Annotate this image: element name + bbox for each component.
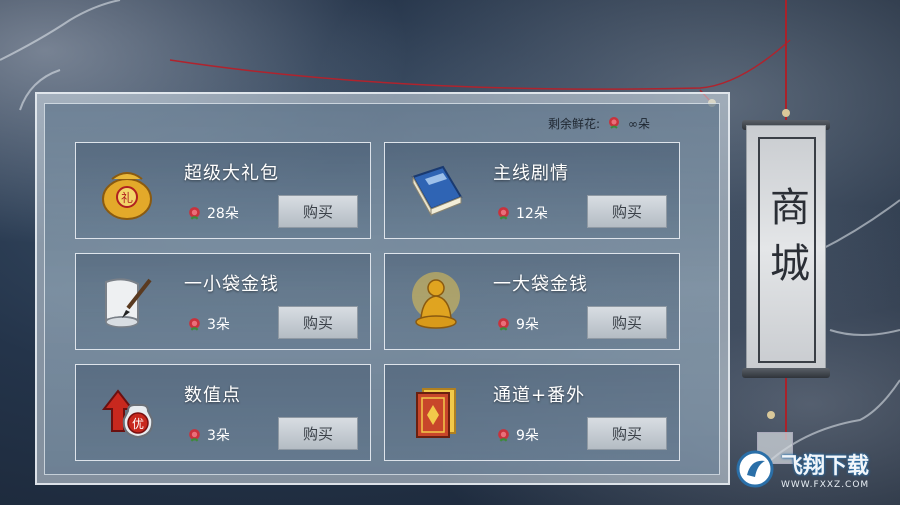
item-price: 3朵 (186, 425, 230, 445)
item-price: 9朵 (495, 425, 539, 445)
remaining-flowers-label: 剩余鲜花: (548, 116, 601, 131)
item-name: 通道+番外 (493, 385, 586, 406)
title-scroll: 商城 (746, 125, 826, 373)
buy-button[interactable]: 购买 (278, 195, 358, 228)
remaining-flowers: 剩余鲜花: ∞朵 (548, 114, 650, 132)
item-price-value: 3朵 (207, 428, 230, 444)
svg-text:礼: 礼 (121, 190, 133, 205)
buy-button[interactable]: 购买 (278, 306, 358, 339)
rose-icon (609, 117, 620, 129)
scroll-rod-bottom (742, 368, 830, 378)
buy-button[interactable]: 购买 (587, 417, 667, 450)
page-title: 商城 (763, 186, 809, 298)
item-price-value: 9朵 (516, 428, 539, 444)
shop-item-card[interactable]: 礼 超级大礼包 28朵 购买 (75, 142, 371, 239)
book-icon (411, 165, 463, 217)
shop-item-card[interactable]: 一小袋金钱 3朵 购买 (75, 253, 371, 350)
shop-item-card[interactable]: 主线剧情 12朵 购买 (384, 142, 680, 239)
stat-up-potion-icon: 优 (101, 389, 154, 439)
item-price: 28朵 (186, 203, 239, 223)
watermark-url: WWW.FXXZ.COM (781, 480, 870, 490)
shop-item-card[interactable]: 通道+番外 9朵 购买 (384, 364, 680, 461)
watermark-text: 飞翔下载 (781, 454, 870, 479)
rose-icon (189, 317, 200, 331)
rose-icon (498, 206, 509, 220)
watermark-logo-icon (736, 450, 774, 488)
rose-icon (189, 428, 200, 442)
svg-text:优: 优 (132, 417, 144, 431)
item-name: 一小袋金钱 (184, 274, 279, 295)
remaining-flowers-value: ∞朵 (628, 116, 651, 131)
scroll-brush-icon (105, 278, 152, 328)
item-price: 9朵 (495, 314, 539, 334)
rose-icon (498, 428, 509, 442)
item-price-value: 28朵 (207, 206, 239, 222)
shop-item-card[interactable]: 一大袋金钱 9朵 购买 (384, 253, 680, 350)
item-price-value: 9朵 (516, 317, 539, 333)
item-price: 12朵 (495, 203, 548, 223)
buy-button[interactable]: 购买 (278, 417, 358, 450)
gift-bag-icon: 礼 (102, 172, 152, 220)
golden-buddha-icon (412, 272, 460, 329)
watermark: 飞翔下载 WWW.FXXZ.COM (735, 440, 895, 498)
buy-button[interactable]: 购买 (587, 195, 667, 228)
item-price: 3朵 (186, 314, 230, 334)
item-price-value: 12朵 (516, 206, 548, 222)
item-name: 主线剧情 (493, 163, 569, 184)
item-name: 一大袋金钱 (493, 274, 588, 295)
item-name: 超级大礼包 (184, 163, 279, 184)
shop-item-card[interactable]: 优 数值点 3朵 购买 (75, 364, 371, 461)
buy-button[interactable]: 购买 (587, 306, 667, 339)
rose-icon (189, 206, 200, 220)
item-name: 数值点 (184, 385, 241, 406)
rose-icon (498, 317, 509, 331)
red-card-icon (416, 388, 456, 438)
item-price-value: 3朵 (207, 317, 230, 333)
